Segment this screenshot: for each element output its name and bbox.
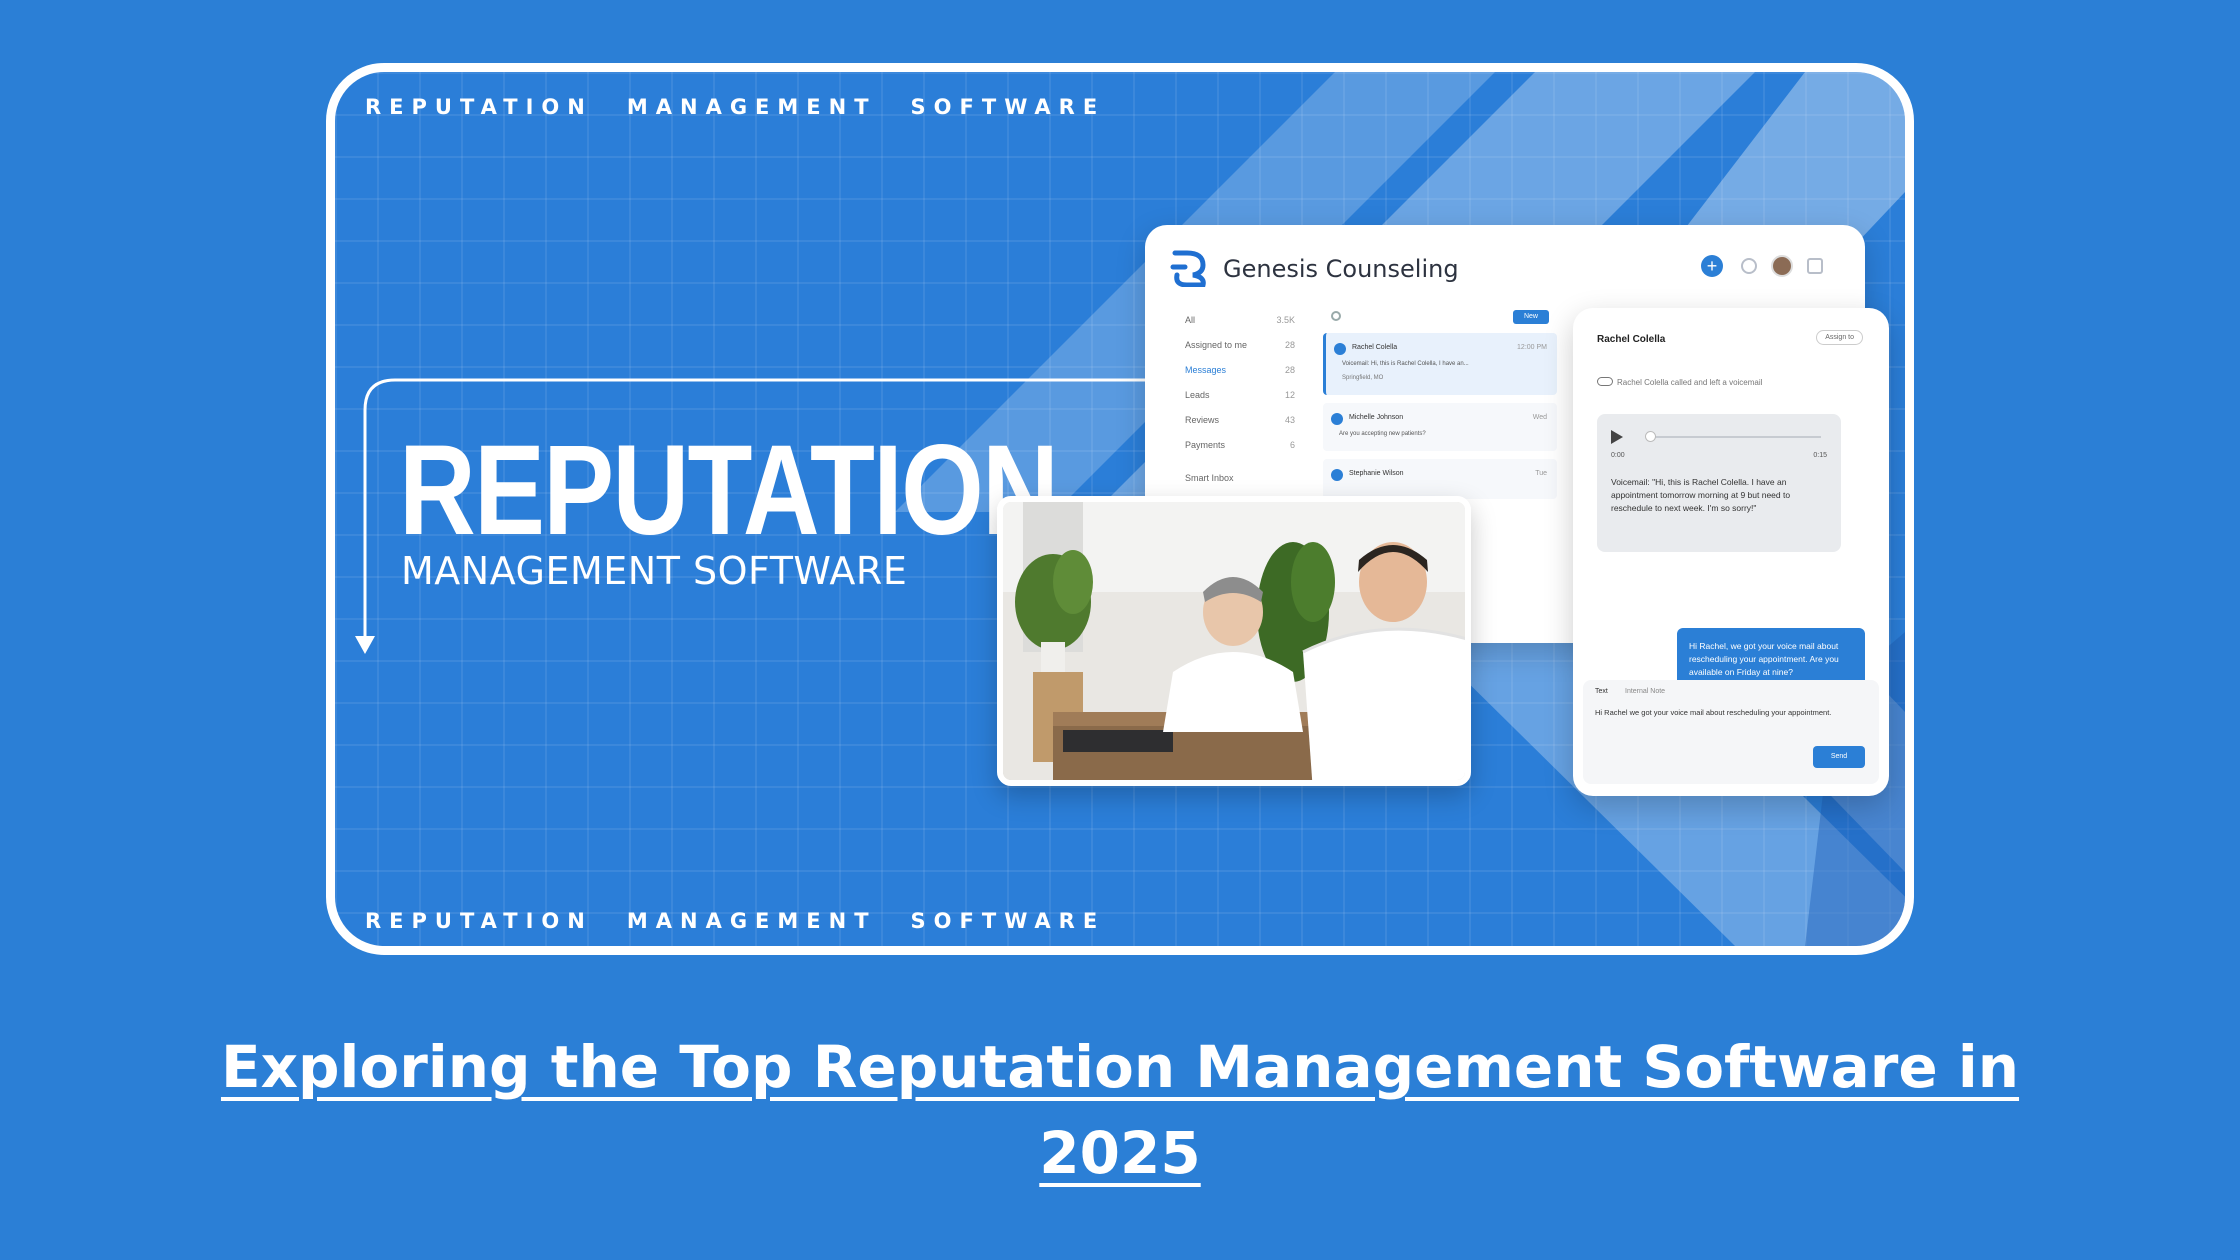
app-header: Genesis Counseling + [1169, 247, 1849, 293]
sidebar-item-all[interactable]: All 3.5K [1169, 309, 1309, 334]
tagline-word: MANAGEMENT [626, 909, 877, 933]
sidebar-item-label: All [1185, 315, 1196, 325]
message-sender: Michelle Johnson [1349, 414, 1404, 421]
sidebar-item-label: Assigned to me [1185, 340, 1248, 350]
sidebar-item-label: Messages [1185, 365, 1227, 375]
sidebar-item-count: 43 [1284, 415, 1295, 425]
reply-text: Hi Rachel, we got your voice mail about … [1689, 641, 1839, 677]
avatar[interactable] [1771, 255, 1793, 277]
tagline-top: REPUTATION MANAGEMENT SOFTWARE [365, 95, 1139, 119]
list-item[interactable]: Rachel Colella 12:00 PM Voicemail: Hi, t… [1323, 333, 1557, 395]
audio-scrubber[interactable] [1645, 431, 1656, 442]
sidebar-item-smart-inbox[interactable]: Smart Inbox [1169, 467, 1309, 492]
sidebar-nav: All 3.5K Assigned to me 28 Messages 28 L… [1169, 309, 1309, 492]
sidebar-item-reviews[interactable]: Reviews 43 [1169, 409, 1309, 434]
sidebar-item-payments[interactable]: Payments 6 [1169, 434, 1309, 459]
tagline-word: MANAGEMENT [626, 95, 877, 119]
sidebar-item-label: Leads [1185, 390, 1210, 400]
contact-avatar [1334, 343, 1346, 355]
assign-dropdown[interactable]: Assign to [1816, 330, 1863, 345]
audio-start-time: 0:00 [1611, 452, 1625, 459]
message-composer[interactable]: Text Internal Note Hi Rachel we got your… [1583, 680, 1879, 784]
title-line-2[interactable]: 2025 [0, 1110, 2240, 1196]
chat-panel: Rachel Colella Assign to Rachel Colella … [1573, 308, 1889, 796]
hero-title: REPUTATION [399, 419, 1059, 562]
search-row: New [1323, 305, 1557, 333]
hero-subtitle: MANAGEMENT SOFTWARE [401, 549, 908, 593]
voicemail-bubble: 0:00 0:15 Voicemail: "Hi, this is Rachel… [1597, 414, 1841, 552]
audio-track[interactable] [1649, 436, 1821, 438]
message-time: 12:00 PM [1517, 344, 1547, 351]
sidebar-item-assigned[interactable]: Assigned to me 28 [1169, 334, 1309, 359]
article-title-link[interactable]: Exploring the Top Reputation Management … [0, 1024, 2240, 1196]
contact-avatar [1331, 469, 1343, 481]
sidebar-item-count: 28 [1284, 340, 1295, 350]
sidebar-item-label: Smart Inbox [1185, 473, 1234, 483]
message-preview: Voicemail: Hi, this is Rachel Colella, I… [1342, 361, 1469, 367]
search-icon[interactable] [1331, 311, 1341, 321]
sidebar-item-messages[interactable]: Messages 28 [1169, 359, 1309, 384]
tagline-bottom: REPUTATION MANAGEMENT SOFTWARE [365, 909, 1139, 933]
tagline-word: SOFTWARE [910, 95, 1106, 119]
voicemail-note: Rachel Colella called and left a voicema… [1617, 378, 1763, 387]
app-name: Genesis Counseling [1223, 255, 1459, 283]
sidebar-item-label: Payments [1185, 440, 1226, 450]
message-location: Springfield, MO [1342, 375, 1384, 381]
voicemail-transcript: Voicemail: "Hi, this is Rachel Colella. … [1611, 477, 1791, 513]
sidebar-item-count: 6 [1289, 440, 1295, 450]
banner-card: REPUTATION MANAGEMENT SOFTWARE REPUTATION … [326, 63, 1914, 955]
send-button[interactable]: Send [1813, 746, 1865, 768]
counseling-photo [997, 496, 1471, 786]
sidebar-item-count: 12 [1284, 390, 1295, 400]
composer-tab-note[interactable]: Internal Note [1625, 688, 1665, 695]
list-item[interactable]: Stephanie Wilson Tue [1323, 459, 1557, 499]
message-sender: Stephanie Wilson [1349, 470, 1404, 477]
message-list: New Rachel Colella 12:00 PM Voicemail: H… [1323, 305, 1557, 507]
genesis-logo-icon [1170, 250, 1206, 287]
voicemail-icon [1597, 377, 1613, 386]
composer-tab-text[interactable]: Text [1595, 688, 1608, 695]
message-time: Tue [1535, 470, 1547, 477]
tagline-word: SOFTWARE [910, 909, 1106, 933]
contact-avatar [1331, 413, 1343, 425]
tagline-word: REPUTATION [365, 95, 593, 119]
menu-icon[interactable] [1807, 258, 1823, 274]
counseling-scene-image [1003, 502, 1465, 780]
message-sender: Rachel Colella [1352, 344, 1398, 351]
clock-icon[interactable] [1741, 258, 1757, 274]
composer-text[interactable]: Hi Rachel we got your voice mail about r… [1595, 708, 1845, 719]
chat-contact-name: Rachel Colella [1597, 334, 1666, 345]
list-item[interactable]: Michelle Johnson Wed Are you accepting n… [1323, 403, 1557, 451]
title-line-1[interactable]: Exploring the Top Reputation Management … [0, 1024, 2240, 1110]
new-button[interactable]: New [1513, 310, 1549, 324]
audio-end-time: 0:15 [1813, 452, 1827, 459]
sidebar-item-label: Reviews [1185, 415, 1220, 425]
sidebar-item-count: 3.5K [1276, 315, 1295, 325]
message-preview: Are you accepting new patients? [1339, 431, 1426, 437]
message-time: Wed [1532, 414, 1547, 421]
tagline-word: REPUTATION [365, 909, 593, 933]
add-button[interactable]: + [1701, 255, 1723, 277]
sidebar-item-leads[interactable]: Leads 12 [1169, 384, 1309, 409]
sidebar-item-count: 28 [1284, 365, 1295, 375]
play-icon[interactable] [1611, 430, 1623, 444]
